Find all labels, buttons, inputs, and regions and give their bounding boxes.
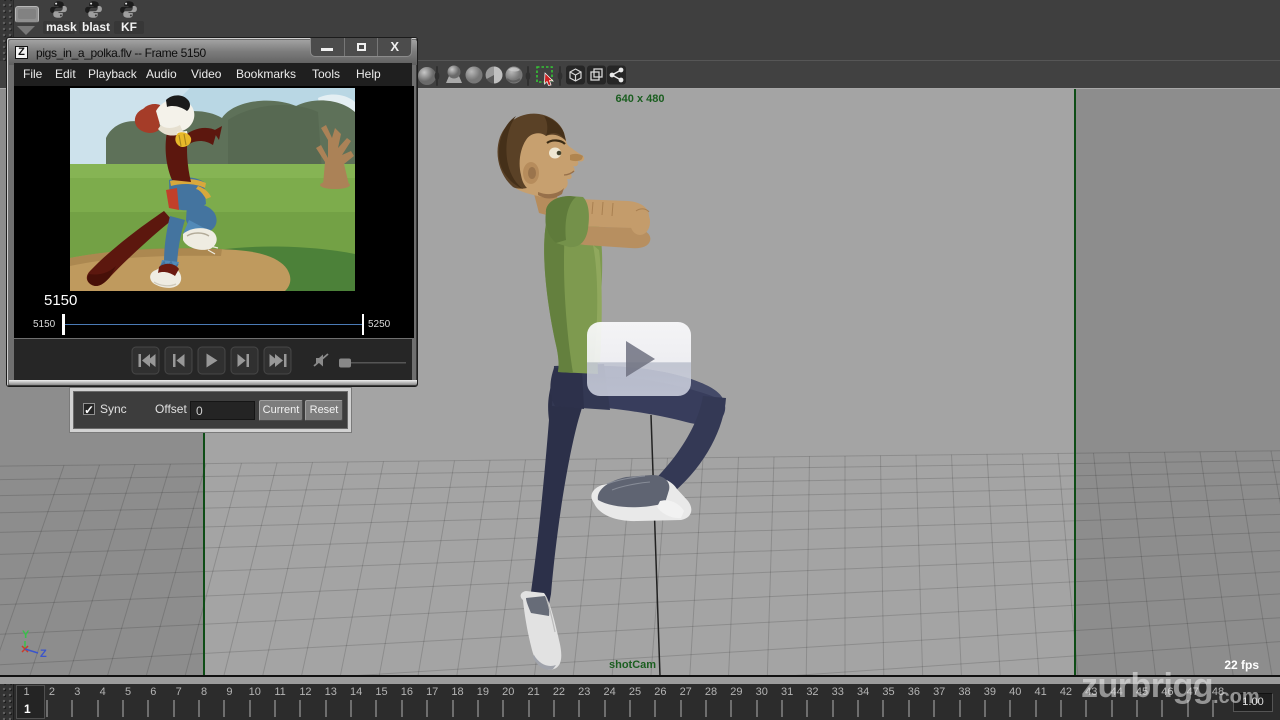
svg-text:Z: Z <box>40 648 47 660</box>
svg-text:Y: Y <box>22 629 30 641</box>
